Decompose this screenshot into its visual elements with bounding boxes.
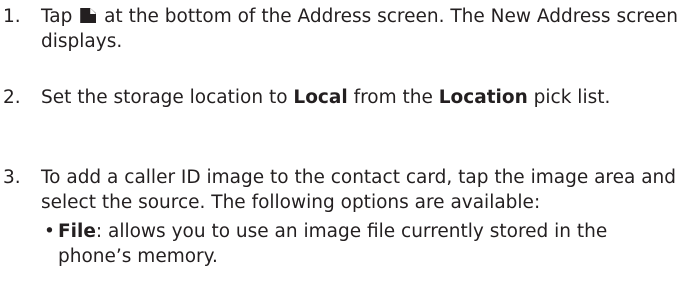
step-text-part: Set the storage location to: [41, 87, 294, 108]
location-picklist-name: Location: [438, 87, 528, 108]
step-number: 1.: [3, 6, 21, 27]
step-text: To add a caller ID image to the contact …: [41, 167, 677, 213]
step-1: 1. Tap at the bottom of the Address scre…: [0, 4, 680, 54]
option-description: : allows you to use an image file curren…: [58, 221, 608, 267]
option-term: File: [58, 221, 96, 242]
step-text: Set the storage location to Local from t…: [41, 85, 680, 110]
option-list-item: • File: allows you to use an image file …: [41, 219, 680, 269]
step-number: 3.: [3, 167, 21, 188]
step-text-after-icon: at the bottom of the Address screen. The…: [41, 6, 678, 52]
step-text-part: pick list.: [527, 87, 611, 108]
new-address-icon: [80, 8, 97, 23]
step-text: Tap at the bottom of the Address screen.…: [41, 4, 680, 54]
step-text-before-icon: Tap: [41, 6, 73, 27]
step-3: 3. To add a caller ID image to the conta…: [0, 165, 680, 269]
step-number: 2.: [3, 87, 21, 108]
bullet-marker: •: [44, 221, 55, 242]
step-text-block: To add a caller ID image to the contact …: [41, 165, 680, 269]
step-text-part: from the: [347, 87, 439, 108]
step-2: 2. Set the storage location to Local fro…: [0, 85, 680, 110]
storage-location-value: Local: [293, 87, 348, 108]
instruction-document: 1. Tap at the bottom of the Address scre…: [0, 0, 687, 301]
